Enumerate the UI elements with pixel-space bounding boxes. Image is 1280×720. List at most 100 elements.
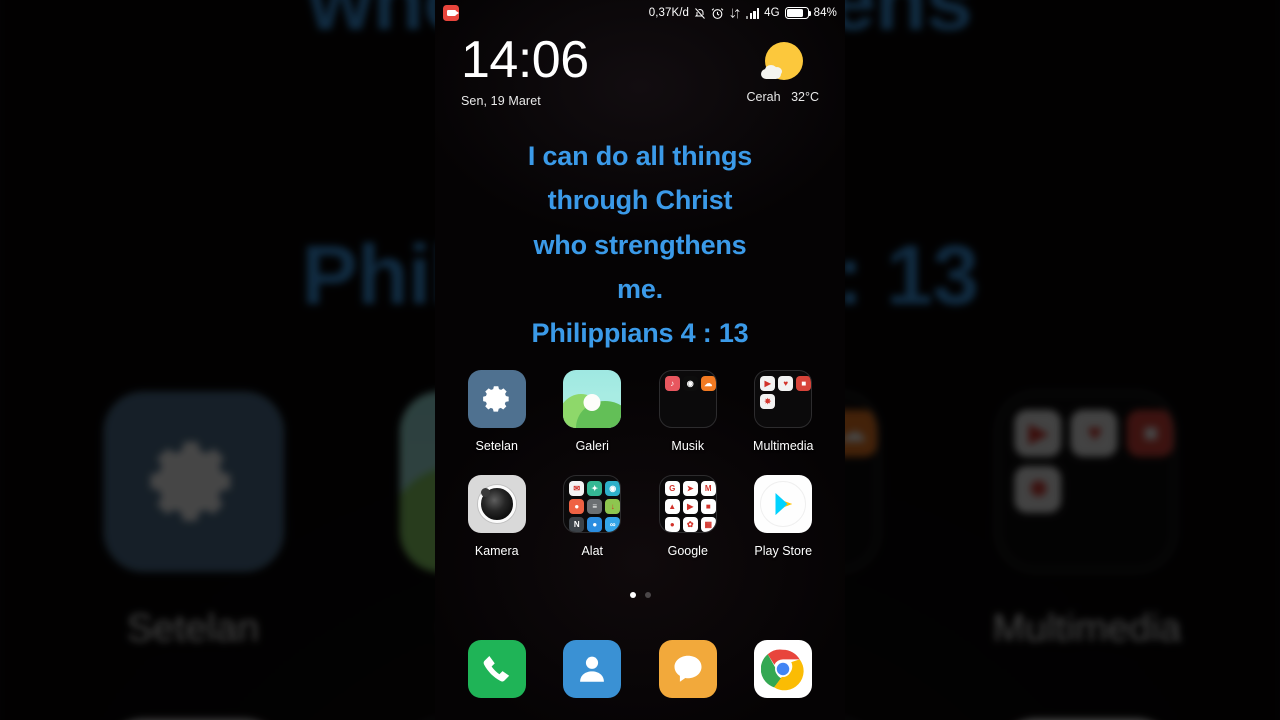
folder-icon[interactable]: ▶ ♥ ■ ✵ xyxy=(754,370,813,428)
bell-off-icon xyxy=(694,7,706,20)
clock-weather-widget[interactable]: 14:06 Sen, 19 Maret Cerah 32°C xyxy=(435,31,845,108)
app-grid: SetelanGaleri♪◉☁Musik▶♥■✵MultimediaKamer… xyxy=(435,370,845,558)
google-search-app[interactable]: G xyxy=(664,481,680,496)
flower-player-app[interactable]: ✵ xyxy=(760,394,776,409)
google-play-app[interactable]: ▶ xyxy=(682,499,698,514)
settings-gear-icon xyxy=(102,391,284,573)
message-bubble-icon[interactable] xyxy=(658,640,717,698)
app-label: Setelan xyxy=(475,439,518,453)
video-recorder-app[interactable]: ■ xyxy=(796,376,812,391)
google-slides-app[interactable]: ■ xyxy=(700,499,716,514)
contacts-person-icon[interactable] xyxy=(563,640,622,698)
circle-app[interactable]: ◉ xyxy=(605,481,621,496)
page-indicator[interactable] xyxy=(435,592,845,598)
google-maps-app[interactable]: ➤ xyxy=(682,481,698,496)
alarm-clock-icon xyxy=(711,7,724,20)
clock-date: Sen, 19 Maret xyxy=(461,93,541,108)
app-label: Multimedia xyxy=(992,606,1182,651)
app-google[interactable]: G ➤ M ▲ ▶ ■ ● ✿ ▦ Google xyxy=(640,475,736,558)
folder-icon[interactable]: G ➤ M ▲ ▶ ■ ● ✿ ▦ xyxy=(658,475,717,533)
opera-app[interactable]: ● xyxy=(569,499,585,514)
app-label: Setelan xyxy=(126,606,260,651)
app-label: Multimedia xyxy=(753,439,814,453)
music-note-app[interactable]: ♪ xyxy=(664,376,680,391)
data-rate-text: 0,37K/d xyxy=(648,7,690,19)
record-player-app[interactable]: ◉ xyxy=(682,376,698,391)
app-label: Google xyxy=(667,544,708,558)
app-play-store[interactable]: Play Store xyxy=(736,475,832,558)
soundcloud-app[interactable]: ☁ xyxy=(700,376,716,391)
verse-line: through Christ xyxy=(547,185,733,216)
downloader-app[interactable]: ↓ xyxy=(605,499,621,514)
verse-line: who strengthens xyxy=(533,229,747,260)
blue-app[interactable]: ● xyxy=(587,517,603,532)
data-transfer-icon xyxy=(729,7,741,20)
screen-recorder-icon xyxy=(443,5,459,21)
compass-browser-app[interactable]: ✦ xyxy=(587,481,603,496)
app-setelan: Setelan xyxy=(44,391,342,650)
folder-icon[interactable]: ✉ ✦ ◉ ● ≡ ↓ N ● ∞ xyxy=(563,475,622,533)
app-alat[interactable]: ✉ ✦ ◉ ● ≡ ↓ N ● ∞ Alat xyxy=(545,475,641,558)
mail-app[interactable]: ✉ xyxy=(569,481,585,496)
app-label: Kamera xyxy=(474,544,519,558)
signal-bars-icon xyxy=(746,8,760,19)
video-recorder-app: ■ xyxy=(1127,409,1175,457)
infinity-app[interactable]: ∞ xyxy=(605,517,621,532)
page-dot[interactable] xyxy=(629,592,636,598)
app-label: Musik xyxy=(671,439,705,453)
network-type-text: 4G xyxy=(764,7,780,19)
flower-player-app: ✵ xyxy=(1015,466,1062,513)
status-bar-right: 0,37K/d 4G 84% xyxy=(649,7,837,20)
app-kamera[interactable]: Kamera xyxy=(449,475,545,558)
files-app[interactable]: ≡ xyxy=(587,499,603,514)
play-store-icon[interactable] xyxy=(754,475,813,533)
clock-block[interactable]: 14:06 Sen, 19 Maret xyxy=(461,31,589,108)
clock-time: 14:06 xyxy=(461,31,589,89)
verse-line: me. xyxy=(617,273,663,304)
page-dot[interactable] xyxy=(644,592,651,598)
wallpaper-verse-text: I can do all things through Christ who str… xyxy=(435,134,845,355)
heart-video-app[interactable]: ♥ xyxy=(778,376,794,391)
sun-behind-cloud-icon xyxy=(760,40,805,84)
weather-temperature: 32°C xyxy=(791,90,819,104)
gallery-landscape-icon[interactable] xyxy=(563,370,622,428)
status-bar: 0,37K/d 4G 84% xyxy=(435,0,845,26)
phone-icon[interactable] xyxy=(467,640,526,698)
app-label: Play Store xyxy=(754,544,813,558)
google-duo-app[interactable]: ● xyxy=(664,517,680,532)
app-setelan[interactable]: Setelan xyxy=(449,370,545,453)
app-galeri[interactable]: Galeri xyxy=(545,370,641,453)
google-photos-app[interactable]: ✿ xyxy=(682,517,698,532)
dock xyxy=(435,640,845,698)
folder-icon[interactable]: ♪ ◉ ☁ xyxy=(658,370,717,428)
app-multimedia[interactable]: ▶ ♥ ■ ✵ Multimedia xyxy=(736,370,832,453)
battery-percent-text: 84% xyxy=(813,7,837,19)
heart-video-app: ♥ xyxy=(1071,409,1119,457)
weather-text: Cerah 32°C xyxy=(747,90,819,104)
weather-block[interactable]: Cerah 32°C xyxy=(747,36,819,104)
google-drive-app[interactable]: ▲ xyxy=(664,499,680,514)
youtube-app[interactable]: ▶ xyxy=(760,376,776,391)
camera-lens-icon[interactable] xyxy=(467,475,526,533)
app-musik[interactable]: ♪ ◉ ☁ Musik xyxy=(640,370,736,453)
gmail-app[interactable]: M xyxy=(700,481,716,496)
screenshot-stage: 0,37K/d xyxy=(0,0,1280,720)
google-sheets-app[interactable]: ▦ xyxy=(700,517,716,532)
weather-condition: Cerah xyxy=(746,90,781,104)
notes-app[interactable]: N xyxy=(569,517,585,532)
dock-cell xyxy=(736,640,832,698)
folder-icon: ▶ ♥ ■ ✵ xyxy=(996,391,1178,573)
youtube-app: ▶ xyxy=(1015,409,1062,457)
app-label: Alat xyxy=(581,544,604,558)
verse-line: Philippians 4 : 13 xyxy=(531,318,749,349)
app-multimedia: ▶ ♥ ■ ✵ Multimedia xyxy=(938,391,1236,650)
verse-line: I can do all things xyxy=(527,141,753,171)
wallpaper xyxy=(435,0,845,720)
app-label: Galeri xyxy=(575,439,609,453)
battery-icon xyxy=(784,7,812,19)
dock-cell xyxy=(545,640,641,698)
chrome-icon[interactable] xyxy=(754,640,813,698)
settings-gear-icon[interactable] xyxy=(467,370,526,428)
dock-cell xyxy=(449,640,545,698)
dock-cell xyxy=(640,640,736,698)
